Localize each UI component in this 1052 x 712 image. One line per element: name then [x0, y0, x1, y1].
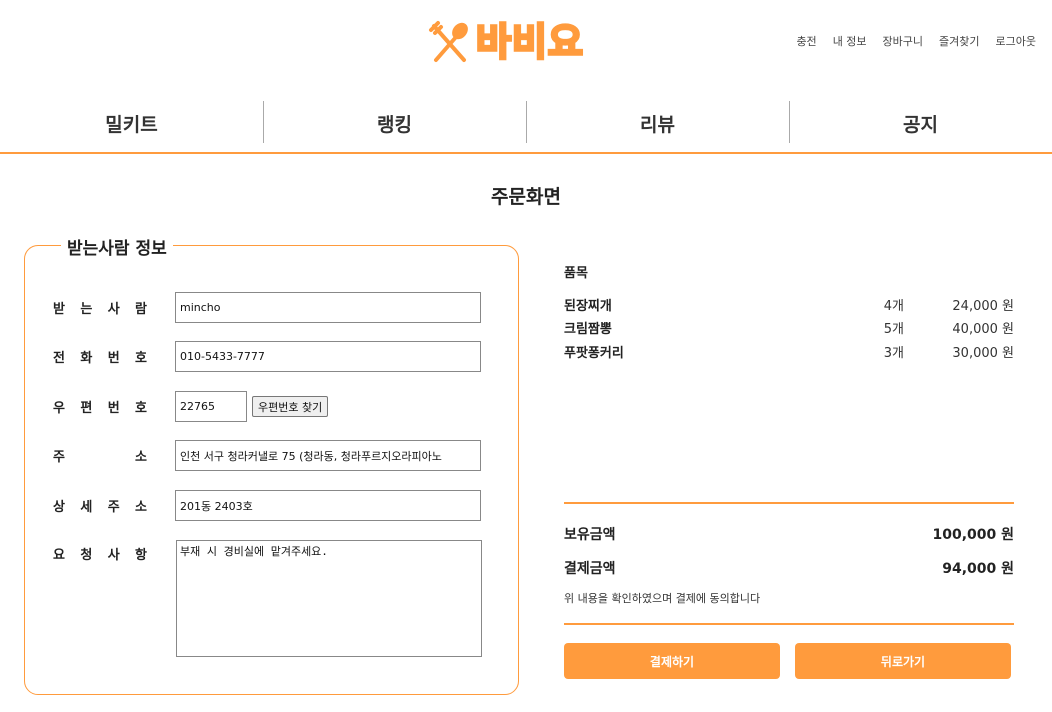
summary-divider-top [564, 502, 1014, 504]
top-links: 충전 내 정보 장바구니 즐겨찾기 로그아웃 [796, 33, 1036, 49]
top-link-logout[interactable]: 로그아웃 [996, 33, 1036, 49]
request-row: 요청사항 부재 시 경비실에 맡겨주세요. [53, 540, 482, 657]
balance-row: 보유금액 100,000 원 [564, 524, 1014, 544]
zip-field[interactable]: 22765 [175, 391, 247, 422]
address-row: 주소 인천 서구 청라커낼로 75 (청라동, 청라푸르지오라피아노 [53, 440, 481, 471]
header: 바비요 충전 내 정보 장바구니 즐겨찾기 로그아웃 [0, 0, 1052, 100]
nav-item-mealkit[interactable]: 밀키트 [0, 101, 263, 145]
order-item: 크림짬뽕 5개 40,000 원 [564, 318, 1014, 337]
address-label: 주소 [53, 450, 147, 465]
zip-row: 우편번호 22765 우편번호 찾기 [53, 391, 329, 422]
item-price: 40,000 원 [952, 322, 1014, 337]
request-textarea[interactable]: 부재 시 경비실에 맡겨주세요. [176, 540, 482, 657]
recipient-legend: 받는사람 정보 [61, 234, 173, 259]
items-header: 품목 [564, 266, 588, 281]
fork-spoon-icon [428, 20, 472, 64]
payment-label: 결제금액 [564, 561, 616, 577]
item-price: 30,000 원 [952, 346, 1014, 361]
name-field[interactable]: mincho [175, 292, 481, 323]
name-label: 받는사람 [53, 302, 147, 317]
item-name: 푸팟퐁커리 [564, 346, 624, 361]
top-link-charge[interactable]: 충전 [796, 33, 816, 49]
summary-divider-bottom [564, 623, 1014, 625]
logo-text: 바비요 [475, 20, 585, 64]
item-qty: 4개 [883, 299, 904, 314]
name-row: 받는사람 mincho [53, 292, 481, 323]
back-button[interactable]: 뒤로가기 [795, 643, 1011, 679]
zip-label: 우편번호 [53, 401, 147, 416]
item-qty: 3개 [883, 346, 904, 361]
nav-item-notice[interactable]: 공지 [789, 101, 1052, 145]
zip-search-button[interactable]: 우편번호 찾기 [252, 396, 329, 417]
main-nav: 밀키트 랭킹 리뷰 공지 [0, 100, 1052, 154]
balance-label: 보유금액 [564, 527, 616, 543]
request-label: 요청사항 [53, 548, 147, 563]
top-link-favorites[interactable]: 즐겨찾기 [939, 33, 979, 49]
detail-address-field[interactable]: 201동 2403호 [175, 490, 481, 521]
agree-text: 위 내용을 확인하였으며 결제에 동의합니다 [564, 592, 761, 605]
item-name: 크림짬뽕 [564, 322, 612, 337]
recipient-fieldset: 받는사람 정보 받는사람 mincho 전화번호 010-5433-7777 우… [24, 234, 519, 695]
item-price: 24,000 원 [952, 299, 1014, 314]
nav-item-ranking[interactable]: 랭킹 [263, 101, 526, 145]
top-link-cart[interactable]: 장바구니 [883, 33, 923, 49]
order-item: 된장찌개 4개 24,000 원 [564, 295, 1014, 314]
item-qty: 5개 [883, 322, 904, 337]
payment-value: 94,000 원 [942, 561, 1014, 577]
logo[interactable]: 바비요 [428, 18, 612, 66]
address-field[interactable]: 인천 서구 청라커낼로 75 (청라동, 청라푸르지오라피아노 [175, 440, 481, 471]
detail-address-row: 상세주소 201동 2403호 [53, 490, 481, 521]
phone-label: 전화번호 [53, 351, 147, 366]
payment-row: 결제금액 94,000 원 [564, 558, 1014, 578]
page-title: 주문화면 [491, 186, 561, 208]
item-name: 된장찌개 [564, 299, 612, 314]
order-item: 푸팟퐁커리 3개 30,000 원 [564, 342, 1014, 361]
detail-address-label: 상세주소 [53, 500, 147, 515]
phone-field[interactable]: 010-5433-7777 [175, 341, 481, 372]
nav-item-review[interactable]: 리뷰 [526, 101, 789, 145]
top-link-my-info[interactable]: 내 정보 [833, 33, 867, 49]
pay-button[interactable]: 결제하기 [564, 643, 780, 679]
balance-value: 100,000 원 [932, 527, 1014, 543]
phone-row: 전화번호 010-5433-7777 [53, 341, 481, 372]
